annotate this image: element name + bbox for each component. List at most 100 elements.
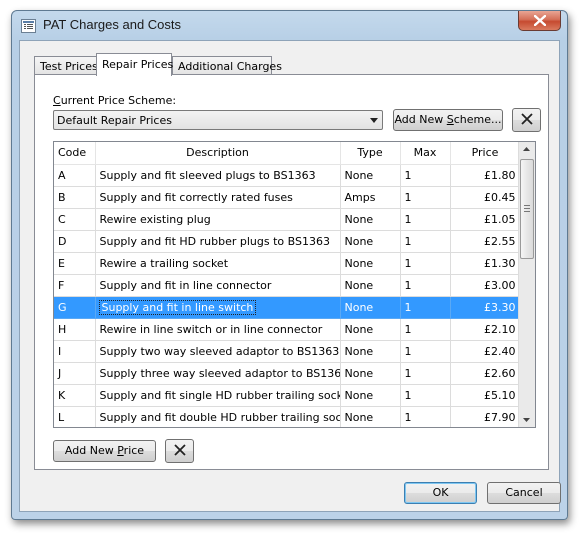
cell-description[interactable]: Supply two way sleeved adaptor to BS1363	[95, 340, 341, 363]
cell-max[interactable]: 1	[400, 208, 451, 231]
cell-type[interactable]: None	[340, 362, 401, 385]
delete-scheme-button[interactable]	[512, 108, 541, 132]
cell-description[interactable]: Rewire in line switch or in line connect…	[95, 318, 341, 341]
cell-type[interactable]: None	[340, 274, 401, 297]
scroll-down-icon[interactable]	[523, 418, 530, 422]
tab-additional-charges[interactable]: Additional Charges	[172, 56, 282, 75]
cell-price[interactable]: £5.10	[450, 384, 521, 407]
cell-code[interactable]: E	[54, 252, 96, 275]
table-row[interactable]: H Rewire in line switch or in line connec…	[54, 318, 521, 341]
cell-type[interactable]: None	[340, 252, 401, 275]
tab-test-prices[interactable]: Test Prices	[34, 56, 98, 75]
cell-description[interactable]: Rewire a trailing socket	[95, 252, 341, 275]
cell-code[interactable]: B	[54, 186, 96, 209]
cell-type[interactable]: None	[340, 340, 401, 363]
table-row[interactable]: D Supply and fit HD rubber plugs to BS136…	[54, 230, 521, 253]
title-bar[interactable]: PAT Charges and Costs	[12, 11, 567, 39]
cell-max[interactable]: 1	[400, 406, 451, 427]
table-row[interactable]: J Supply three way sleeved adaptor to BS1…	[54, 362, 521, 385]
cell-code[interactable]: A	[54, 164, 96, 187]
add-new-scheme-button[interactable]: Add New Scheme...	[393, 109, 503, 131]
table-row[interactable]: L Supply and fit double HD rubber trailin…	[54, 406, 521, 427]
table-row[interactable]: B Supply and fit correctly rated fuses Amp…	[54, 186, 521, 209]
add-new-price-button[interactable]: Add New Price	[53, 440, 156, 462]
cell-type[interactable]: Amps	[340, 186, 401, 209]
table-row[interactable]: C Rewire existing plug None 1 £1.05	[54, 208, 521, 231]
cell-code[interactable]: G	[54, 296, 96, 319]
cell-type[interactable]: None	[340, 230, 401, 253]
cell-code[interactable]: J	[54, 362, 96, 385]
window-close-button[interactable]	[518, 11, 561, 31]
cell-code[interactable]: F	[54, 274, 96, 297]
cell-code[interactable]: H	[54, 318, 96, 341]
cell-price[interactable]: £0.45	[450, 186, 521, 209]
cell-description[interactable]: Supply and fit HD rubber plugs to BS1363	[95, 230, 341, 253]
cell-max-text: 1	[404, 322, 412, 336]
cell-description[interactable]: Supply and fit in line switch	[95, 296, 341, 319]
column-header-max[interactable]: Max	[400, 142, 451, 165]
cell-description[interactable]: Rewire existing plug	[95, 208, 341, 231]
cell-type[interactable]: None	[340, 208, 401, 231]
cell-code[interactable]: L	[54, 406, 96, 427]
column-header-description[interactable]: Description	[95, 142, 341, 165]
column-header-code[interactable]: Code	[54, 142, 96, 165]
cell-price[interactable]: £2.40	[450, 340, 521, 363]
cell-description-text: Supply and fit in line switch	[98, 299, 257, 315]
column-header-price[interactable]: Price	[450, 142, 521, 165]
table-row[interactable]: I Supply two way sleeved adaptor to BS136…	[54, 340, 521, 363]
cell-price[interactable]: £2.10	[450, 318, 521, 341]
cell-description-text: Supply and fit correctly rated fuses	[99, 190, 293, 204]
cell-price[interactable]: £2.55	[450, 230, 521, 253]
cell-max[interactable]: 1	[400, 186, 451, 209]
ok-button[interactable]: OK	[404, 482, 477, 504]
prices-table: Code Description Type Max Price A Supply …	[54, 142, 521, 427]
cell-code[interactable]: C	[54, 208, 96, 231]
cell-description[interactable]: Supply and fit double HD rubber trailing…	[95, 406, 341, 427]
cell-price[interactable]: £1.80	[450, 164, 521, 187]
cell-description[interactable]: Supply and fit single HD rubber trailing…	[95, 384, 341, 407]
scrollbar-thumb[interactable]	[520, 159, 534, 259]
cell-price[interactable]: £3.00	[450, 274, 521, 297]
cell-max[interactable]: 1	[400, 230, 451, 253]
cell-max[interactable]: 1	[400, 362, 451, 385]
repair-prices-grid[interactable]: Code Description Type Max Price A Supply …	[53, 141, 536, 428]
table-row[interactable]: A Supply and fit sleeved plugs to BS1363 N…	[54, 164, 521, 187]
cell-price[interactable]: £1.05	[450, 208, 521, 231]
cell-type[interactable]: None	[340, 164, 401, 187]
cancel-button[interactable]: Cancel	[487, 482, 561, 504]
cell-type[interactable]: None	[340, 384, 401, 407]
cell-description[interactable]: Supply three way sleeved adaptor to BS13…	[95, 362, 341, 385]
cell-type[interactable]: None	[340, 296, 401, 319]
cell-price[interactable]: £7.90	[450, 406, 521, 427]
cell-max[interactable]: 1	[400, 164, 451, 187]
cell-type[interactable]: None	[340, 318, 401, 341]
cell-max[interactable]: 1	[400, 296, 451, 319]
cell-code[interactable]: I	[54, 340, 96, 363]
cell-description[interactable]: Supply and fit correctly rated fuses	[95, 186, 341, 209]
table-row[interactable]: F Supply and fit in line connector None 1 £3…	[54, 274, 521, 297]
vertical-scrollbar[interactable]	[518, 142, 535, 427]
table-row[interactable]: G Supply and fit in line switch None 1 £3.30	[54, 296, 521, 319]
cell-price-text: £1.05	[484, 212, 516, 226]
column-header-type[interactable]: Type	[340, 142, 401, 165]
cell-price[interactable]: £2.60	[450, 362, 521, 385]
table-row[interactable]: E Rewire a trailing socket None 1 £1.30	[54, 252, 521, 275]
cell-type[interactable]: None	[340, 406, 401, 427]
cell-max[interactable]: 1	[400, 340, 451, 363]
cell-code[interactable]: K	[54, 384, 96, 407]
cell-max[interactable]: 1	[400, 252, 451, 275]
delete-price-button[interactable]	[165, 439, 194, 463]
cell-description[interactable]: Supply and fit sleeved plugs to BS1363	[95, 164, 341, 187]
cell-max[interactable]: 1	[400, 384, 451, 407]
cell-description[interactable]: Supply and fit in line connector	[95, 274, 341, 297]
tab-repair-prices[interactable]: Repair Prices	[96, 53, 173, 76]
table-row[interactable]: K Supply and fit single HD rubber trailin…	[54, 384, 521, 407]
cell-price[interactable]: £3.30	[450, 296, 521, 319]
scroll-up-icon[interactable]	[523, 147, 530, 151]
price-scheme-select[interactable]: Default Repair Prices	[53, 110, 383, 130]
cell-max[interactable]: 1	[400, 318, 451, 341]
cell-code[interactable]: D	[54, 230, 96, 253]
cell-price-text: £0.45	[484, 190, 516, 204]
cell-price[interactable]: £1.30	[450, 252, 521, 275]
cell-max[interactable]: 1	[400, 274, 451, 297]
